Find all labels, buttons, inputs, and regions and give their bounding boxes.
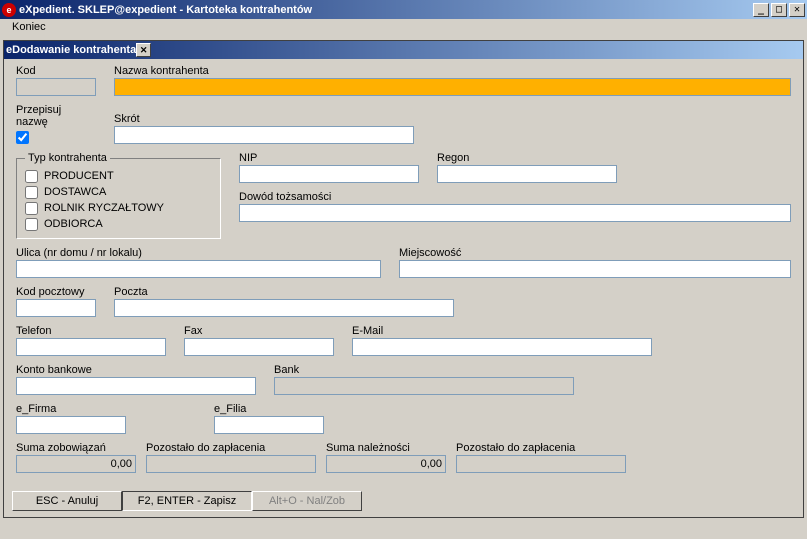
label-przepisuj: Przepisuj nazwę xyxy=(16,104,96,128)
window-title: eXpedient. SKLEP@expedient - Kartoteka k… xyxy=(19,4,753,16)
button-bar: ESC - Anuluj F2, ENTER - Zapisz Alt+O - … xyxy=(4,487,803,517)
regon-field[interactable] xyxy=(437,165,617,183)
close-button[interactable]: ✕ xyxy=(789,3,805,17)
label-sumazob: Suma zobowiązań xyxy=(16,442,136,454)
pozostalo-zob-field xyxy=(146,455,316,473)
label-email: E-Mail xyxy=(352,325,652,337)
label-nip: NIP xyxy=(239,152,419,164)
kod-field[interactable] xyxy=(16,78,96,96)
label-kod: Kod xyxy=(16,65,96,77)
konto-field[interactable] xyxy=(16,377,256,395)
odbiorca-checkbox[interactable] xyxy=(25,218,38,231)
skrot-field[interactable] xyxy=(114,126,414,144)
label-rolnik: ROLNIK RYCZAŁTOWY xyxy=(44,202,164,214)
label-fax: Fax xyxy=(184,325,334,337)
fax-field[interactable] xyxy=(184,338,334,356)
dialog-title: Dodawanie kontrahenta xyxy=(12,44,136,56)
dialog-dodawanie-kontrahenta: e Dodawanie kontrahenta ✕ Kod Nazwa kont… xyxy=(3,40,804,518)
dialog-close-button[interactable]: ✕ xyxy=(136,43,151,57)
typ-kontrahenta-group: Typ kontrahenta PRODUCENT DOSTAWCA ROLNI… xyxy=(16,152,221,239)
label-telefon: Telefon xyxy=(16,325,166,337)
kod-pocztowy-field[interactable] xyxy=(16,299,96,317)
efilia-field[interactable] xyxy=(214,416,324,434)
label-nazwa: Nazwa kontrahenta xyxy=(114,65,791,77)
label-sumanal: Suma należności xyxy=(326,442,446,454)
menu-koniec[interactable]: Koniec xyxy=(6,19,52,35)
label-skrot: Skrót xyxy=(114,113,414,125)
przepisuj-checkbox[interactable] xyxy=(16,131,29,144)
save-button[interactable]: F2, ENTER - Zapisz xyxy=(122,491,252,511)
label-konto: Konto bankowe xyxy=(16,364,256,376)
dowod-field[interactable] xyxy=(239,204,791,222)
miejscowosc-field[interactable] xyxy=(399,260,791,278)
minimize-button[interactable]: _ xyxy=(753,3,769,17)
label-dowod: Dowód tożsamości xyxy=(239,191,791,203)
nalzob-button[interactable]: Alt+O - Nal/Zob xyxy=(252,491,362,511)
label-dostawca: DOSTAWCA xyxy=(44,186,106,198)
label-pozostalo1: Pozostało do zapłacenia xyxy=(146,442,316,454)
dialog-titlebar: e Dodawanie kontrahenta ✕ xyxy=(4,41,803,59)
producent-checkbox[interactable] xyxy=(25,170,38,183)
label-ulica: Ulica (nr domu / nr lokalu) xyxy=(16,247,381,259)
dostawca-checkbox[interactable] xyxy=(25,186,38,199)
telefon-field[interactable] xyxy=(16,338,166,356)
label-miejsc: Miejscowość xyxy=(399,247,791,259)
suma-naleznosci-field xyxy=(326,455,446,473)
email-field[interactable] xyxy=(352,338,652,356)
app-icon: e xyxy=(2,3,16,17)
label-odbiorca: ODBIORCA xyxy=(44,218,103,230)
label-producent: PRODUCENT xyxy=(44,170,114,182)
rolnik-checkbox[interactable] xyxy=(25,202,38,215)
poczta-field[interactable] xyxy=(114,299,454,317)
bank-field[interactable] xyxy=(274,377,574,395)
label-efirma: e_Firma xyxy=(16,403,126,415)
label-kodp: Kod pocztowy xyxy=(16,286,96,298)
nazwa-field[interactable] xyxy=(114,78,791,96)
label-efilia: e_Filia xyxy=(214,403,324,415)
maximize-button[interactable]: □ xyxy=(771,3,787,17)
ulica-field[interactable] xyxy=(16,260,381,278)
main-titlebar: e eXpedient. SKLEP@expedient - Kartoteka… xyxy=(0,0,807,19)
cancel-button[interactable]: ESC - Anuluj xyxy=(12,491,122,511)
nip-field[interactable] xyxy=(239,165,419,183)
efirma-field[interactable] xyxy=(16,416,126,434)
label-bank: Bank xyxy=(274,364,574,376)
label-poczta: Poczta xyxy=(114,286,454,298)
label-regon: Regon xyxy=(437,152,617,164)
suma-zobowiazan-field xyxy=(16,455,136,473)
menubar: Koniec xyxy=(0,19,807,37)
label-typ: Typ kontrahenta xyxy=(25,152,110,164)
pozostalo-nal-field xyxy=(456,455,626,473)
label-pozostalo2: Pozostało do zapłacenia xyxy=(456,442,626,454)
